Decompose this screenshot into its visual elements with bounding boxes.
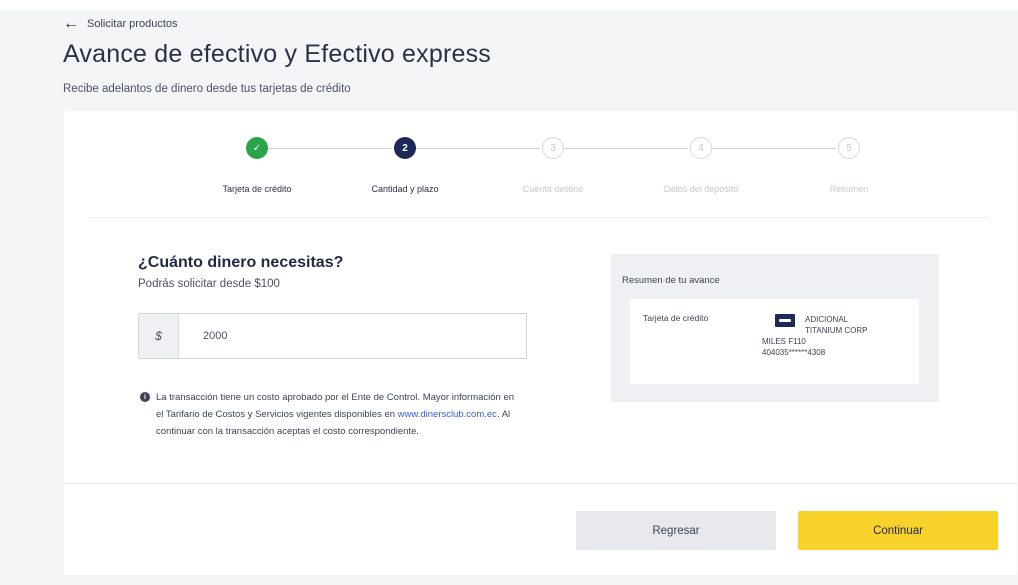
card-label: Tarjeta de crédito [643, 313, 709, 323]
step-1-check-icon: ✓ [246, 137, 268, 159]
back-link[interactable]: ← Solicitar productos [63, 14, 178, 34]
page-title: Avance de efectivo y Efectivo express [63, 40, 491, 68]
amount-question: ¿Cuánto dinero necesitas? [138, 254, 344, 271]
step-2-label: Cantidad y plazo [371, 184, 439, 194]
summary-card-box: Tarjeta de crédito ADICIONAL TITANIUM CO… [630, 299, 919, 384]
step-connector [268, 148, 392, 149]
amount-input[interactable]: $ 2000 [138, 313, 527, 359]
card-number: 404035******4308 [762, 348, 826, 357]
page-subtitle: Recibe adelantos de dinero desde tus tar… [63, 83, 351, 95]
step-connector [416, 148, 540, 149]
info-icon: i [140, 392, 150, 402]
step-connector [712, 148, 836, 149]
summary-title: Resumen de tu avance [622, 275, 720, 286]
step-3-indicator: 3 [542, 137, 564, 159]
step-4-indicator: 4 [690, 137, 712, 159]
main-card: ✓ 2 3 4 5 Tarjeta de crédito Cantidad y … [64, 111, 1017, 575]
step-1-label: Tarjeta de crédito [222, 184, 292, 194]
footer-divider [64, 483, 1017, 484]
website-link[interactable]: www.dinersclub.com.ec [398, 409, 497, 420]
step-connector [564, 148, 688, 149]
step-2-indicator: 2 [394, 137, 416, 159]
top-strip [0, 0, 1018, 10]
amount-value[interactable]: 2000 [179, 314, 526, 358]
card-line-1: ADICIONAL [805, 315, 849, 324]
arrow-left-icon: ← [63, 15, 79, 32]
disclaimer-text: La transacción tiene un costo aprobado p… [156, 389, 520, 440]
divider [88, 217, 988, 218]
card-line-2: TITANIUM CORP [805, 326, 868, 335]
continue-button[interactable]: Continuar [798, 511, 998, 550]
back-button[interactable]: Regresar [576, 511, 776, 550]
card-description: ADICIONAL TITANIUM CORP MILES F110 40403… [762, 314, 912, 358]
amount-hint: Podrás solicitar desde $100 [138, 278, 280, 290]
cost-disclaimer: i La transacción tiene un costo aprobado… [140, 389, 520, 440]
card-line-3: MILES F110 [762, 337, 806, 346]
advance-summary: Resumen de tu avance Tarjeta de crédito … [611, 254, 939, 402]
step-3-label: Cuenta destino [522, 184, 584, 194]
currency-prefix: $ [139, 314, 179, 358]
step-5-label: Resumen [829, 184, 869, 194]
step-5-indicator: 5 [838, 137, 860, 159]
back-link-label: Solicitar productos [87, 18, 178, 30]
progress-stepper: ✓ 2 3 4 5 Tarjeta de crédito Cantidad y … [64, 111, 1017, 219]
step-4-label: Datos del depósito [663, 184, 739, 194]
